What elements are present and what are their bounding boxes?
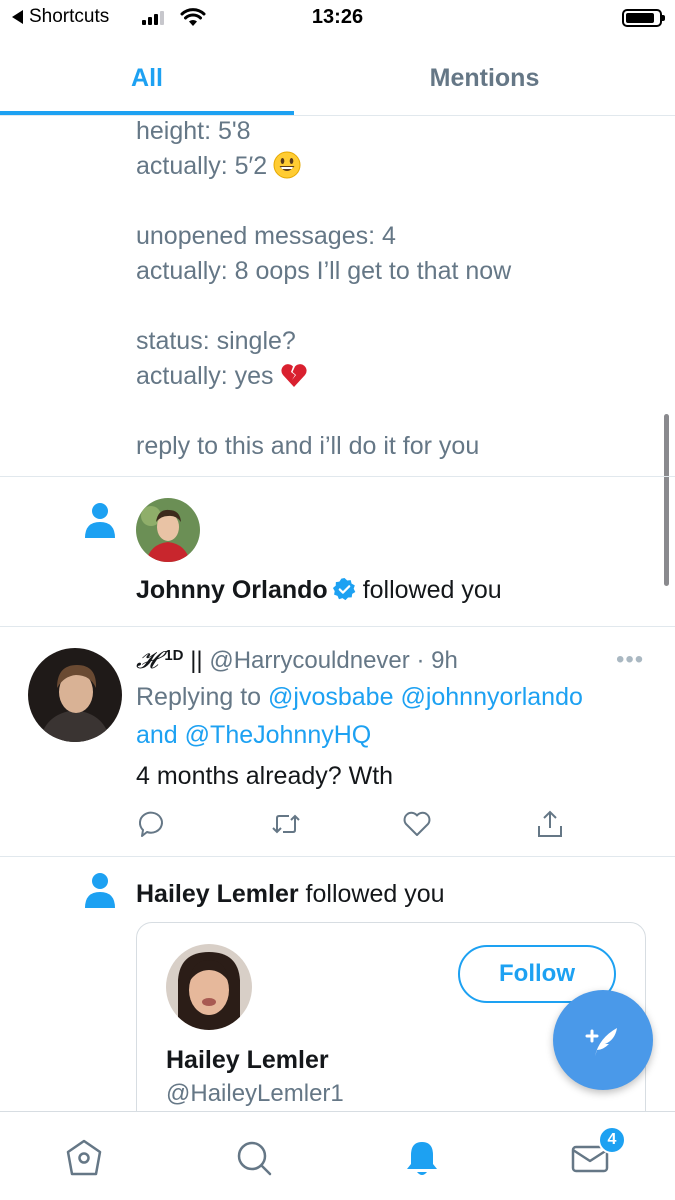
tweet-handle[interactable]: @Harrycouldnever <box>209 647 409 674</box>
more-options-icon[interactable]: ••• <box>616 646 644 674</box>
person-icon <box>85 503 115 538</box>
tweet-line: unopened messages: 4 <box>136 222 396 250</box>
avatar[interactable] <box>136 498 200 562</box>
follower-name[interactable]: Hailey Lemler <box>136 880 299 908</box>
like-icon[interactable] <box>401 808 433 840</box>
broken-heart-emoji-icon <box>281 364 307 387</box>
follow-text: Hailey Lemler followed you <box>136 880 445 909</box>
replying-to: Replying to @jvosbabe @johnnyorlando and… <box>136 678 583 754</box>
card-handle[interactable]: @HaileyLemler1 <box>166 1080 344 1108</box>
notification-tabs: All Mentions <box>0 40 675 116</box>
tweet-line: actually: 5′2 <box>136 149 511 184</box>
tweet-line: actually: 8 oops I’ll get to that now <box>136 257 512 285</box>
follow-action: followed you <box>305 880 445 908</box>
status-bar: Shortcuts 13:26 <box>0 0 675 40</box>
reply-icon[interactable] <box>136 808 168 840</box>
home-icon[interactable] <box>64 1136 104 1180</box>
mention-link[interactable]: @TheJohnnyHQ <box>185 721 372 749</box>
retweet-icon[interactable] <box>270 808 302 840</box>
avatar[interactable] <box>166 944 252 1030</box>
mention-link[interactable]: @jvosbabe <box>268 683 393 711</box>
tweet-line: status: single? <box>136 327 296 355</box>
follower-name[interactable]: Johnny Orlando <box>136 576 328 604</box>
divider <box>0 626 675 627</box>
scroll-indicator[interactable] <box>664 414 669 586</box>
tab-mentions[interactable]: Mentions <box>338 40 631 116</box>
divider <box>0 476 675 477</box>
tweet-line: reply to this and i’ll do it for you <box>136 432 480 460</box>
verified-badge-icon <box>332 578 356 601</box>
battery-icon <box>622 9 665 27</box>
tab-all[interactable]: All <box>0 40 294 116</box>
compose-feather-icon <box>585 1028 617 1056</box>
clock: 13:26 <box>311 6 364 28</box>
tweet-text-block: height: 5'8 actually: 5′2 unopened messa… <box>136 114 511 464</box>
tweet-line: height: 5'8 <box>136 117 251 145</box>
tweet-line: actually: yes <box>136 359 511 394</box>
follow-text: Johnny Orlando followed you <box>136 576 502 605</box>
divider <box>0 856 675 857</box>
notifications-icon[interactable] <box>402 1136 442 1180</box>
messages-badge: 4 <box>598 1126 626 1154</box>
tweet-time: · 9h <box>416 647 458 674</box>
bottom-navigation <box>0 1111 675 1200</box>
compose-tweet-button[interactable] <box>553 990 653 1090</box>
display-name-bar: || <box>190 647 203 674</box>
follow-action: followed you <box>362 576 502 604</box>
replying-to-label: Replying to <box>136 683 262 711</box>
card-name[interactable]: Hailey Lemler <box>166 1046 329 1075</box>
search-icon[interactable] <box>234 1136 274 1180</box>
and-label: and <box>136 721 178 749</box>
smiley-emoji-icon <box>273 151 301 179</box>
display-name-script[interactable]: 𝓗 <box>136 646 158 674</box>
share-icon[interactable] <box>534 808 566 840</box>
mention-link[interactable]: @johnnyorlando <box>400 683 582 711</box>
person-icon <box>85 873 115 908</box>
avatar[interactable] <box>28 648 122 742</box>
display-name-sup: 1D <box>164 647 184 664</box>
tweet-body: 4 months already? Wth <box>136 762 394 790</box>
tweet-header: 𝓗 1D || @Harrycouldnever · 9h <box>136 646 458 675</box>
